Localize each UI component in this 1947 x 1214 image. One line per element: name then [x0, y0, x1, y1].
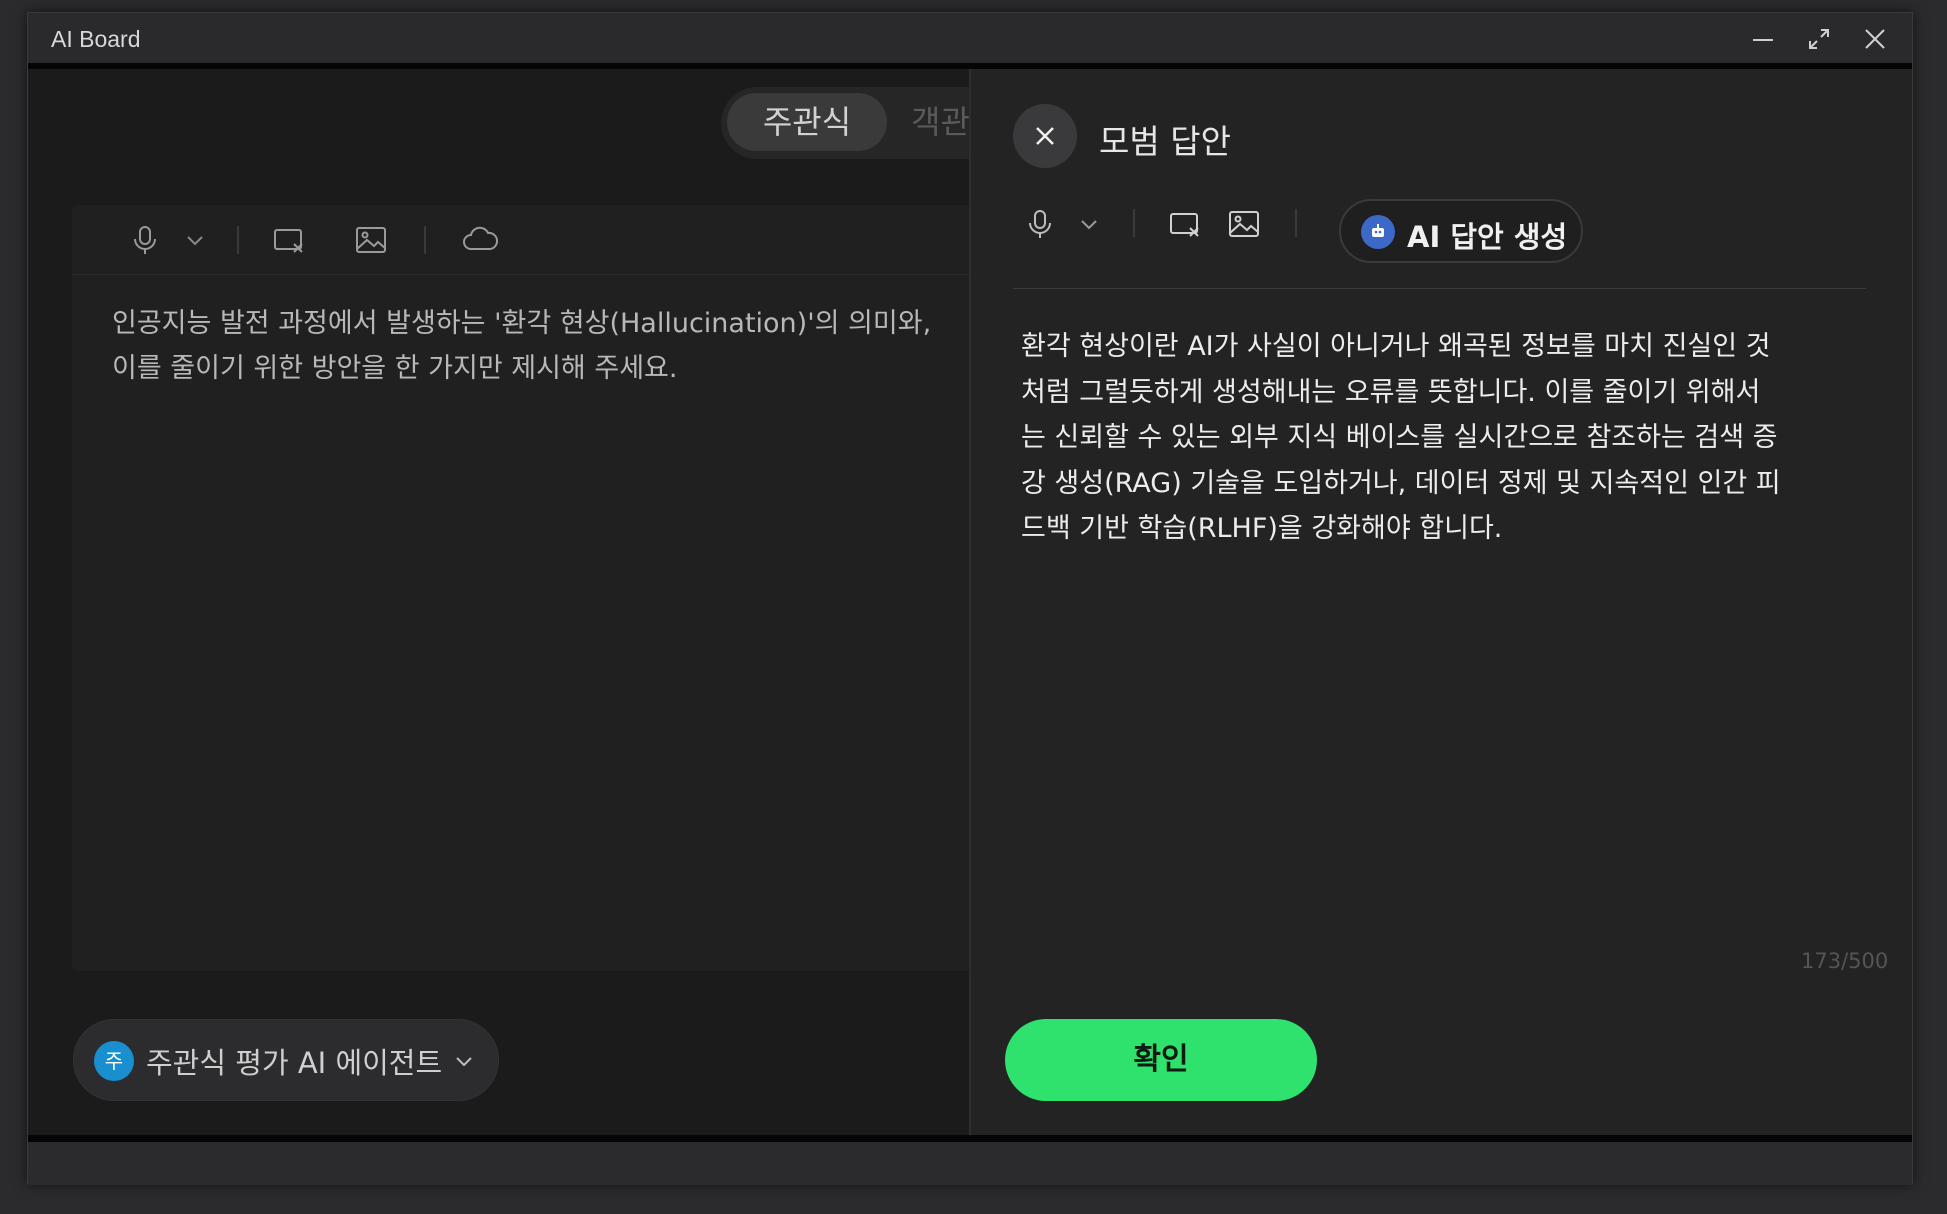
minimize-icon[interactable]	[1747, 23, 1779, 55]
toolbar-divider	[1295, 209, 1297, 237]
answer-line: 환각 현상이란 AI가 사실이 아니거나 왜곡된 정보를 마치 진실인 것	[1021, 331, 1771, 362]
agent-label: 주관식 평가 AI 에이전트	[146, 1046, 443, 1080]
answer-line: 강 생성(RAG) 기술을 도입하거나, 데이터 정제 및 지속적인 인간 피	[1021, 467, 1781, 499]
chevron-down-icon[interactable]	[1076, 211, 1102, 237]
question-panel: 주관식 객관 인공지능 발전 과정에서 발생하는 '환각 현상(Hallucin…	[28, 69, 1032, 1135]
screen-capture-icon[interactable]	[272, 223, 306, 257]
image-icon[interactable]	[354, 223, 388, 257]
status-bar	[28, 1142, 1912, 1185]
chevron-down-icon[interactable]	[452, 1049, 476, 1073]
model-answer-panel: 모범 답안 AI 답안 생성 환각 현상이란 AI가 사실이 아니거나 왜곡된 …	[969, 69, 1912, 1135]
robot-icon	[1361, 215, 1395, 249]
answer-line: 는 신뢰할 수 있는 외부 지식 베이스를 실시간으로 참조하는 검색 증	[1021, 422, 1778, 453]
app-window: AI Board 주관식 객관 인공지능 발전 과정에서 발생하는 '환각 현상…	[27, 12, 1913, 1185]
toolbar-divider	[1133, 209, 1135, 237]
maximize-icon[interactable]	[1803, 23, 1835, 55]
confirm-button[interactable]: 확인	[1005, 1019, 1317, 1101]
avatar: 주	[94, 1041, 134, 1081]
window-title: AI Board	[51, 26, 141, 52]
question-line: 인공지능 발전 과정에서 발생하는 '환각 현상(Hallucination)'…	[112, 308, 932, 339]
ai-generate-answer-button[interactable]: AI 답안 생성	[1339, 199, 1583, 263]
cloud-icon[interactable]	[460, 223, 500, 257]
main-content: 주관식 객관 인공지능 발전 과정에서 발생하는 '환각 현상(Hallucin…	[28, 69, 1912, 1135]
close-icon[interactable]	[1859, 23, 1891, 55]
question-editor[interactable]: 인공지능 발전 과정에서 발생하는 '환각 현상(Hallucination)'…	[72, 205, 1032, 971]
panel-title: 모범 답안	[1099, 122, 1231, 161]
toolbar-divider	[424, 226, 426, 254]
microphone-icon[interactable]	[1023, 207, 1057, 241]
answer-line: 드백 기반 학습(RLHF)을 강화해야 합니다.	[1021, 513, 1503, 544]
bottom-divider	[28, 1135, 1912, 1142]
chevron-down-icon[interactable]	[182, 227, 208, 253]
microphone-icon[interactable]	[128, 223, 162, 257]
question-line: 이를 줄이기 위한 방안을 한 가지만 제시해 주세요.	[112, 353, 678, 384]
screen-capture-icon[interactable]	[1168, 207, 1202, 241]
answer-line: 처럼 그럴듯하게 생성해내는 오류를 뜻합니다. 이를 줄이기 위해서	[1021, 376, 1761, 408]
tab-subjective[interactable]: 주관식	[727, 93, 887, 151]
close-panel-button[interactable]	[1013, 104, 1077, 168]
character-count: 173/500	[1801, 949, 1889, 973]
agent-selector[interactable]: 주 주관식 평가 AI 에이전트	[73, 1019, 499, 1101]
question-text: 인공지능 발전 과정에서 발생하는 '환각 현상(Hallucination)'…	[112, 301, 1072, 391]
editor-toolbar	[72, 205, 1032, 275]
ai-generate-label: AI 답안 생성	[1407, 220, 1568, 254]
close-icon	[1036, 127, 1054, 145]
toolbar-divider	[237, 226, 239, 254]
answer-toolbar: AI 답안 생성	[1013, 189, 1866, 289]
title-bar: AI Board	[28, 13, 1912, 63]
model-answer-text[interactable]: 환각 현상이란 AI가 사실이 아니거나 왜곡된 정보를 마치 진실인 것 처럼…	[1021, 324, 1871, 552]
image-icon[interactable]	[1227, 207, 1261, 241]
